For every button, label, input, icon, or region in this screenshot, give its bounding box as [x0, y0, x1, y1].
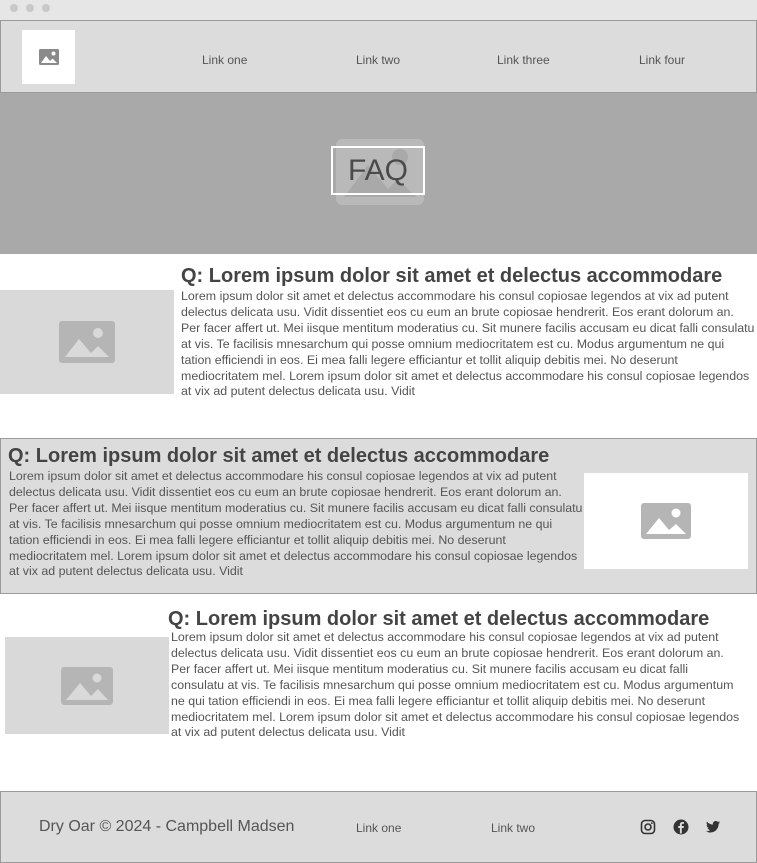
- faq-item: Q: Lorem ipsum dolor sit amet et delectu…: [0, 438, 757, 594]
- faq-image: [5, 637, 169, 734]
- window-close-dot[interactable]: [10, 4, 18, 12]
- faq-answer: Lorem ipsum dolor sit amet et delectus a…: [181, 289, 755, 399]
- faq-answer: Lorem ipsum dolor sit amet et delectus a…: [9, 469, 583, 579]
- faq-item: Q: Lorem ipsum dolor sit amet et delectu…: [0, 254, 757, 438]
- hero-title-frame: FAQ: [331, 146, 425, 195]
- footer-link-one[interactable]: Link one: [356, 821, 401, 835]
- faq-image: [584, 473, 748, 569]
- logo[interactable]: [22, 30, 75, 84]
- wireframe-page: Link one Link two Link three Link four F…: [0, 0, 757, 863]
- faq-question: Q: Lorem ipsum dolor sit amet et delectu…: [8, 445, 550, 467]
- instagram-icon[interactable]: [639, 818, 657, 836]
- footer-link-two[interactable]: Link two: [491, 821, 535, 835]
- nav-link-one[interactable]: Link one: [202, 53, 247, 67]
- window-maximize-dot[interactable]: [42, 4, 50, 12]
- nav-link-two[interactable]: Link two: [356, 53, 400, 67]
- faq-question: Q: Lorem ipsum dolor sit amet et delectu…: [181, 265, 723, 287]
- image-placeholder-icon: [61, 666, 113, 705]
- nav-link-three[interactable]: Link three: [497, 53, 550, 67]
- faq-question: Q: Lorem ipsum dolor sit amet et delectu…: [168, 608, 710, 630]
- facebook-icon[interactable]: [672, 818, 690, 836]
- twitter-icon[interactable]: [704, 818, 722, 836]
- copyright-text: Dry Oar © 2024 - Campbell Madsen: [39, 818, 295, 835]
- faq-item: Q: Lorem ipsum dolor sit amet et delectu…: [0, 594, 757, 791]
- page-title: FAQ: [347, 153, 408, 187]
- image-placeholder-icon: [59, 321, 115, 363]
- image-placeholder-icon: [641, 503, 691, 539]
- site-footer: Dry Oar © 2024 - Campbell Madsen Link on…: [0, 791, 757, 863]
- hero-banner: FAQ: [0, 93, 757, 254]
- window-minimize-dot[interactable]: [26, 4, 34, 12]
- site-header: Link one Link two Link three Link four: [0, 20, 757, 93]
- faq-image: [0, 290, 174, 394]
- window-titlebar: [0, 0, 757, 20]
- image-placeholder-icon: [38, 49, 59, 65]
- nav-link-four[interactable]: Link four: [639, 53, 685, 67]
- faq-answer: Lorem ipsum dolor sit amet et delectus a…: [171, 630, 740, 740]
